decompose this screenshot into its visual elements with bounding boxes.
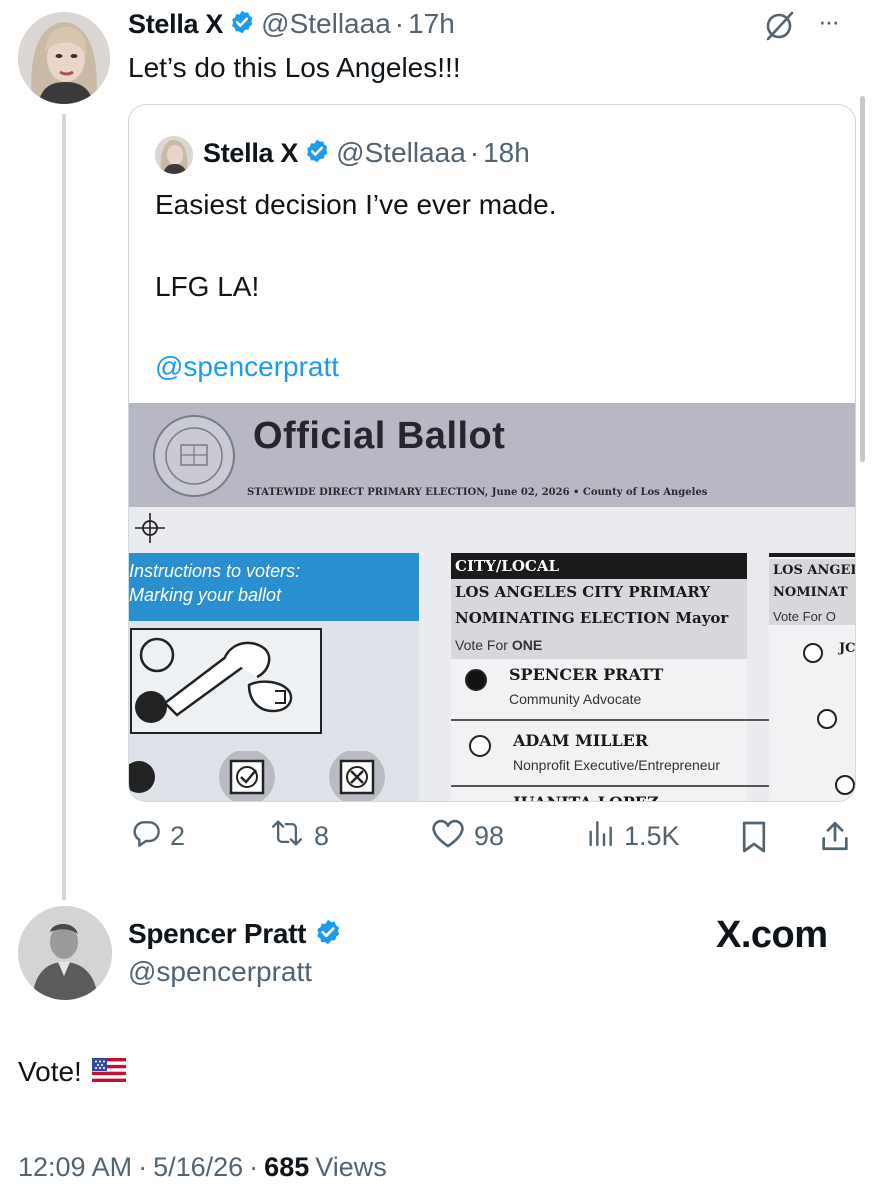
candidate-name-cut-off: JUANITA LOPEZ xyxy=(513,793,659,801)
repost-icon xyxy=(268,817,306,856)
quoted-author-name: Stella X xyxy=(203,137,299,168)
reply-button[interactable]: 2 xyxy=(130,816,185,856)
right-candidate-bubble[interactable] xyxy=(803,643,823,663)
repost-button[interactable]: 8 xyxy=(268,816,329,856)
views-count: 685 xyxy=(264,1152,310,1182)
main-tweet-author-name[interactable]: Spencer Pratt xyxy=(128,918,306,950)
instructions-header: Instructions to voters: Marking your bal… xyxy=(129,553,419,621)
candidate-divider xyxy=(451,719,771,721)
quoted-author-handle: @Stellaaa xyxy=(336,137,466,168)
main-tweet-author: Spencer Pratt xyxy=(128,914,342,954)
main-tweet-handle[interactable]: @spencerpratt xyxy=(128,956,312,988)
like-button[interactable]: 98 xyxy=(430,816,504,856)
verified-badge-icon xyxy=(304,138,330,169)
stella-avatar[interactable] xyxy=(18,12,110,104)
views-button[interactable]: 1.5K xyxy=(584,816,680,856)
verified-badge-icon xyxy=(229,9,255,40)
analytics-icon xyxy=(584,817,616,856)
top-tweet-time[interactable]: 17h xyxy=(408,8,455,40)
registration-mark-icon xyxy=(135,513,165,543)
vote-for-count: ONE xyxy=(511,637,543,653)
reply-count: 2 xyxy=(170,820,186,851)
candidate-bubble[interactable] xyxy=(469,735,491,757)
quoted-tweet-time: 18h xyxy=(483,137,530,168)
marking-illustration xyxy=(129,627,329,739)
vote-for-prefix: Vote For xyxy=(455,637,512,653)
top-tweet-header: Stella X @Stellaaa · 17h xyxy=(128,6,455,42)
candidate-divider xyxy=(451,785,787,787)
tweet-metadata: 12:09 AM · 5/16/26 · 685 Views xyxy=(18,1152,387,1183)
candidate-name: ADAM MILLER xyxy=(513,731,649,750)
vote-for-label: Vote For ONE xyxy=(455,637,542,653)
separator-dot: · xyxy=(394,8,405,39)
right-contest-line-2: NOMINAT xyxy=(773,585,848,600)
tweet-time[interactable]: 12:09 AM xyxy=(18,1152,132,1183)
views-count: 1.5K xyxy=(624,820,680,851)
brand-watermark: X.com xyxy=(716,914,828,956)
heart-icon xyxy=(430,817,466,856)
right-candidate-bubble[interactable] xyxy=(817,709,837,729)
candidate-bubble-selected[interactable] xyxy=(465,669,487,691)
main-tweet-text: Vote! xyxy=(18,1056,126,1088)
spencer-avatar[interactable] xyxy=(18,906,112,1000)
scrollbar[interactable] xyxy=(860,96,865,462)
contest-title-line-2: NOMINATING ELECTION Mayor xyxy=(455,609,729,627)
ballot-subtitle: STATEWIDE DIRECT PRIMARY ELECTION, June … xyxy=(247,487,708,498)
ballot-title: Official Ballot xyxy=(253,415,506,457)
thread-connector-line xyxy=(62,114,66,900)
top-tweet-text: Let’s do this Los Angeles!!! xyxy=(128,52,461,83)
bookmark-icon[interactable] xyxy=(740,820,768,854)
right-vote-for: Vote For O xyxy=(773,609,836,624)
top-tweet-handle[interactable]: @Stellaaa xyxy=(261,8,391,40)
right-contest-line-1: LOS ANGEI xyxy=(773,563,855,578)
county-seal-icon xyxy=(151,413,237,499)
contest-title-line-1: LOS ANGELES CITY PRIMARY xyxy=(455,583,711,601)
us-flag-icon xyxy=(91,1057,126,1087)
quoted-tweet-mention[interactable]: @spencerpratt xyxy=(155,351,339,383)
like-count: 98 xyxy=(474,820,505,851)
repost-count: 8 xyxy=(314,820,330,851)
candidate-name: SPENCER PRATT xyxy=(509,665,664,684)
ballot-photo[interactable]: Official Ballot STATEWIDE DIRECT PRIMARY… xyxy=(129,403,855,801)
candidate-title: Community Advocate xyxy=(509,691,642,707)
views-label: Views xyxy=(315,1152,387,1182)
quoted-tweet-card[interactable]: Stella X @Stellaaa · 18h Easiest decisio… xyxy=(128,104,856,802)
separator-dot: · xyxy=(469,137,480,168)
right-candidate-name: JC xyxy=(839,641,855,656)
grok-icon[interactable] xyxy=(762,8,798,44)
right-section-header-bar xyxy=(769,553,855,557)
section-header: CITY/LOCAL xyxy=(451,553,747,579)
instructions-title-line-2: Marking your ballot xyxy=(129,585,282,605)
candidate-title: Nonprofit Executive/Entrepreneur xyxy=(513,757,720,773)
quoted-tweet-header: Stella X @Stellaaa · 18h xyxy=(203,135,530,171)
share-icon[interactable] xyxy=(818,818,852,854)
verified-badge-icon xyxy=(314,918,342,951)
quoted-author-avatar xyxy=(155,136,193,174)
reply-icon xyxy=(130,817,162,856)
more-options-icon[interactable]: ··· xyxy=(818,6,840,37)
separator-dot: · xyxy=(249,1152,259,1182)
quoted-tweet-line-1: Easiest decision I’ve ever made. xyxy=(155,189,557,220)
quoted-tweet-line-2: LFG LA! xyxy=(155,271,260,302)
main-tweet-text-content: Vote! xyxy=(18,1056,82,1087)
separator-dot: · xyxy=(138,1152,148,1182)
tweet-date[interactable]: 5/16/26 xyxy=(153,1152,243,1183)
top-tweet-author-name[interactable]: Stella X xyxy=(128,9,223,40)
example-marks xyxy=(129,749,419,801)
instructions-title-line-1: Instructions to voters: xyxy=(129,561,301,581)
right-candidate-bubble[interactable] xyxy=(835,775,855,795)
